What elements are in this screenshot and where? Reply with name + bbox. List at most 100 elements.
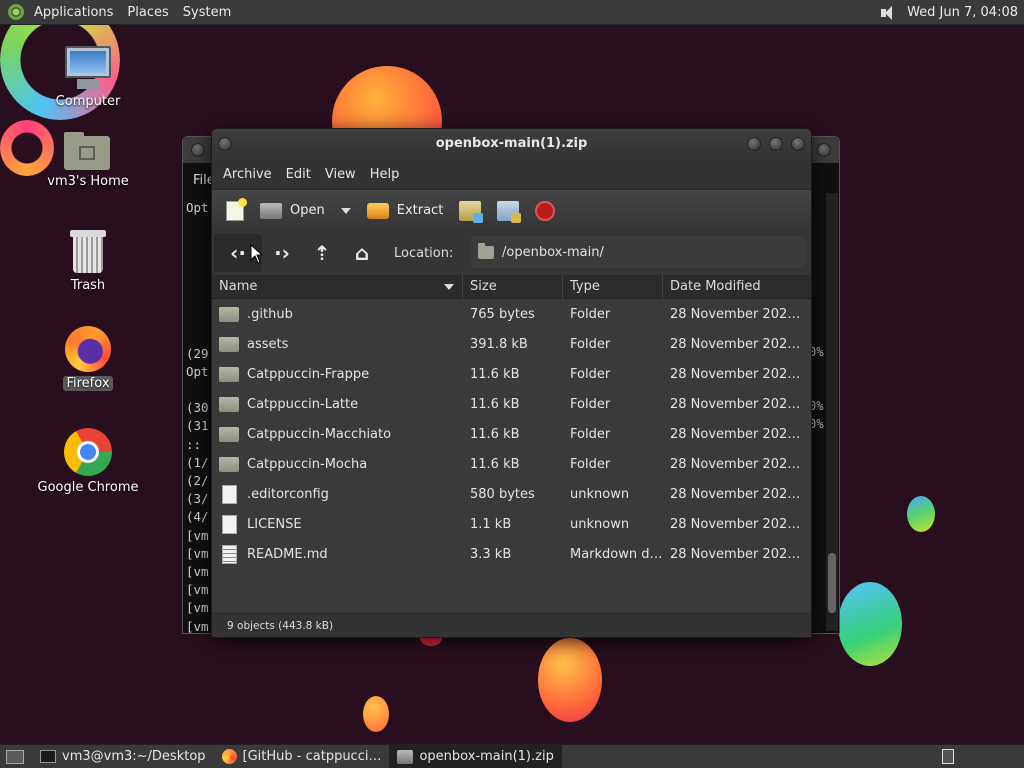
- window-menu-icon[interactable]: [218, 137, 232, 151]
- clock[interactable]: Wed Jun 7, 04:08: [907, 5, 1018, 20]
- terminal-line: (1/: [186, 454, 209, 470]
- menubar: Archive Edit View Help: [212, 159, 811, 189]
- new-archive-icon: [226, 197, 247, 221]
- folder-icon: [219, 306, 239, 322]
- terminal-close-icon[interactable]: [817, 143, 831, 157]
- menu-edit[interactable]: Edit: [279, 167, 318, 182]
- terminal-line: Opt: [186, 363, 209, 379]
- location-field[interactable]: /openbox-main/: [470, 236, 806, 268]
- file-type: Folder: [570, 336, 611, 352]
- file-type: unknown: [570, 486, 630, 502]
- menu-view[interactable]: View: [318, 167, 363, 182]
- terminal-line: [vm: [186, 564, 209, 580]
- terminal-line: [vm: [186, 618, 209, 634]
- maximize-icon[interactable]: [769, 137, 783, 151]
- terminal-line: (2/: [186, 473, 209, 489]
- column-header-label: Type: [570, 279, 600, 294]
- file-row[interactable]: Catppuccin-Frappe 11.6 kB Folder 28 Novembe…: [212, 359, 811, 389]
- file-type: Folder: [570, 456, 611, 472]
- terminal-line: (4/: [186, 509, 209, 525]
- wallpaper-bubble: [363, 696, 389, 732]
- terminal-line: ::: [186, 436, 209, 452]
- show-desktop-icon[interactable]: [6, 749, 24, 764]
- file-row[interactable]: Catppuccin-Macchiato 11.6 kB Folder 28 Nove…: [212, 419, 811, 449]
- open-recent-dropdown[interactable]: [335, 195, 357, 227]
- menu-help[interactable]: Help: [363, 167, 407, 182]
- column-header-type[interactable]: Type: [563, 275, 663, 299]
- file-date-modified: 28 November 2022, …: [670, 426, 811, 442]
- desktop-icon-firefox[interactable]: Firefox: [33, 326, 143, 391]
- arrow-right-icon: ·›: [274, 241, 290, 265]
- add-folder-button[interactable]: [491, 195, 525, 227]
- terminal-line: (29: [186, 345, 209, 361]
- file-date-modified: 28 November 2022, …: [670, 306, 811, 322]
- up-button[interactable]: ⇡: [302, 234, 342, 272]
- file-row[interactable]: Catppuccin-Mocha 11.6 kB Folder 28 November…: [212, 449, 811, 479]
- open-button[interactable]: Open: [254, 195, 331, 227]
- task-label: openbox-main(1).zip: [419, 749, 554, 764]
- folder-icon: [219, 336, 239, 352]
- forward-button[interactable]: ·›: [262, 234, 302, 272]
- task-terminal[interactable]: vm3@vm3:~/Desktop: [32, 745, 214, 768]
- archive-manager-window[interactable]: openbox-main(1).zip Archive Edit View He…: [211, 128, 812, 638]
- folder-icon: [219, 396, 239, 412]
- chevron-down-icon: [340, 207, 351, 214]
- desktop-icon-chrome[interactable]: Google Chrome: [33, 428, 143, 495]
- file-name-cell: .editorconfig: [212, 484, 463, 504]
- terminal-menu-icon[interactable]: [191, 143, 205, 157]
- desktop-icon-home[interactable]: vm3's Home: [33, 130, 143, 189]
- home-button[interactable]: ⌂: [342, 234, 382, 272]
- file-row[interactable]: .github 765 bytes Folder 28 November 2022, …: [212, 299, 811, 329]
- file-size: 3.3 kB: [470, 546, 512, 562]
- desktop-icon-computer[interactable]: Computer: [33, 46, 143, 109]
- add-folder-icon: [497, 200, 522, 223]
- terminal-line: (31: [186, 418, 209, 434]
- task-archive-manager[interactable]: openbox-main(1).zip: [389, 744, 562, 768]
- stop-button[interactable]: [529, 195, 561, 227]
- terminal-icon: [40, 750, 56, 763]
- home-folder-icon: [64, 130, 112, 170]
- column-header-size[interactable]: Size: [463, 275, 563, 299]
- file-size: 11.6 kB: [470, 366, 520, 382]
- column-header-date-modified[interactable]: Date Modified: [663, 275, 811, 299]
- file-name-cell: Catppuccin-Macchiato: [212, 426, 463, 442]
- menu-system[interactable]: System: [176, 0, 238, 25]
- file-row[interactable]: assets 391.8 kB Folder 28 November 2022, …: [212, 329, 811, 359]
- firefox-icon: [65, 326, 111, 372]
- new-archive-button[interactable]: [220, 195, 250, 227]
- task-firefox[interactable]: [GitHub - catppucci…: [214, 745, 390, 768]
- file-row[interactable]: README.md 3.3 kB Markdown d… 28 November 20…: [212, 539, 811, 569]
- desktop-icon-label: Google Chrome: [37, 480, 139, 495]
- menu-applications[interactable]: Applications: [27, 0, 120, 25]
- window-titlebar[interactable]: openbox-main(1).zip: [212, 129, 811, 159]
- task-label: vm3@vm3:~/Desktop: [62, 749, 206, 764]
- file-name: .editorconfig: [247, 486, 329, 502]
- file-date-modified: 28 November 2022, …: [670, 366, 811, 382]
- add-files-button[interactable]: [453, 195, 487, 227]
- desktop-icon-trash[interactable]: Trash: [33, 230, 143, 293]
- distro-logo-icon[interactable]: [8, 4, 24, 20]
- file-row[interactable]: Catppuccin-Latte 11.6 kB Folder 28 November…: [212, 389, 811, 419]
- file-date-modified: 28 November 2022, …: [670, 336, 811, 352]
- file-date-modified: 28 November 2022, …: [670, 516, 811, 532]
- terminal-scrollbar[interactable]: [826, 193, 838, 631]
- extract-button[interactable]: Extract: [361, 195, 450, 227]
- menu-places[interactable]: Places: [120, 0, 175, 25]
- extract-button-label: Extract: [396, 203, 444, 218]
- arrow-up-icon: ⇡: [313, 241, 331, 265]
- close-icon[interactable]: [791, 137, 805, 151]
- file-type: Folder: [570, 366, 611, 382]
- minimize-icon[interactable]: [747, 137, 761, 151]
- file-row[interactable]: LICENSE 1.1 kB unknown 28 November 2022, …: [212, 509, 811, 539]
- column-header-name[interactable]: Name: [212, 275, 463, 299]
- top-panel: Applications Places System Wed Jun 7, 04…: [0, 0, 1024, 25]
- volume-icon[interactable]: [879, 5, 897, 21]
- file-row[interactable]: .editorconfig 580 bytes unknown 28 November…: [212, 479, 811, 509]
- workspace-switcher-icon[interactable]: [942, 749, 954, 764]
- file-type: Markdown d…: [570, 546, 663, 562]
- menu-archive[interactable]: Archive: [216, 167, 279, 182]
- file-type: unknown: [570, 516, 630, 532]
